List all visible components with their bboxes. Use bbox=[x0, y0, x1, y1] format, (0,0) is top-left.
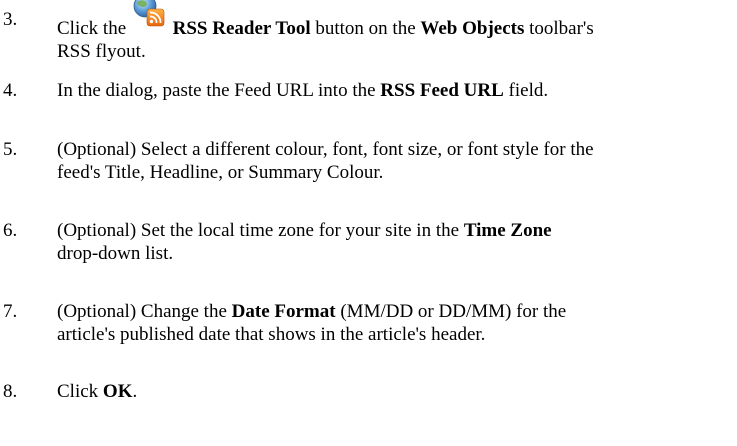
step-text: Click OK. bbox=[57, 380, 737, 403]
text-run: feed's Title, Headline, or Summary Colou… bbox=[57, 162, 384, 183]
text-run: (MM/DD or DD/MM) for the bbox=[335, 301, 567, 322]
step-line: Click OK. bbox=[57, 380, 737, 403]
step-number: 5. bbox=[3, 139, 18, 160]
text-run: (Optional) Set the local time zone for y… bbox=[57, 220, 464, 241]
text-run: drop-down list. bbox=[57, 243, 174, 264]
step-number: 4. bbox=[3, 80, 18, 101]
step-number: 3. bbox=[3, 9, 18, 30]
step-line: (Optional) Change the Date Format (MM/DD… bbox=[57, 300, 737, 323]
step-line: article's published date that shows in t… bbox=[57, 323, 737, 346]
step-number: 6. bbox=[3, 220, 18, 241]
text-run: (Optional) Change the bbox=[57, 301, 232, 322]
text-run: Click bbox=[57, 381, 103, 402]
rss-feed-url-label: RSS Feed URL bbox=[380, 80, 504, 101]
ok-label: OK bbox=[102, 381, 133, 402]
rss-reader-icon bbox=[132, 0, 166, 38]
rss-reader-tool-label: RSS Reader Tool bbox=[172, 18, 311, 39]
step-text: (Optional) Set the local time zone for y… bbox=[57, 219, 737, 265]
text-run: Click the bbox=[57, 18, 131, 39]
text-run: RSS flyout. bbox=[57, 41, 146, 62]
text-run: button on the bbox=[310, 18, 421, 39]
step-text: In the dialog, paste the Feed URL into t… bbox=[57, 79, 737, 102]
step-line: (Optional) Select a different colour, fo… bbox=[57, 138, 737, 161]
text-run: . bbox=[132, 381, 138, 402]
step-text: (Optional) Change the Date Format (MM/DD… bbox=[57, 300, 737, 346]
date-format-label: Date Format bbox=[231, 301, 336, 322]
step-text: Click the RSS Reader Tool button on the … bbox=[57, 0, 737, 63]
step-number: 8. bbox=[3, 381, 18, 402]
step-line: RSS flyout. bbox=[57, 40, 737, 63]
text-run: field. bbox=[503, 80, 549, 101]
step-line: Click the RSS Reader Tool button on the … bbox=[57, 0, 737, 40]
step-line: In the dialog, paste the Feed URL into t… bbox=[57, 79, 737, 102]
step-line: drop-down list. bbox=[57, 242, 737, 265]
page: { "steps": [ { "number": "3.", "lines": … bbox=[0, 0, 737, 446]
step-number: 7. bbox=[3, 301, 18, 322]
text-run: (Optional) Select a different colour, fo… bbox=[57, 139, 594, 160]
text-run: In the dialog, paste the Feed URL into t… bbox=[57, 80, 381, 101]
step-line: (Optional) Set the local time zone for y… bbox=[57, 219, 737, 242]
step-line: feed's Title, Headline, or Summary Colou… bbox=[57, 161, 737, 184]
text-run: article's published date that shows in t… bbox=[57, 324, 486, 345]
text-run: toolbar's bbox=[524, 18, 594, 39]
time-zone-label: Time Zone bbox=[463, 220, 552, 241]
step-text: (Optional) Select a different colour, fo… bbox=[57, 138, 737, 184]
web-objects-label: Web Objects bbox=[420, 18, 525, 39]
